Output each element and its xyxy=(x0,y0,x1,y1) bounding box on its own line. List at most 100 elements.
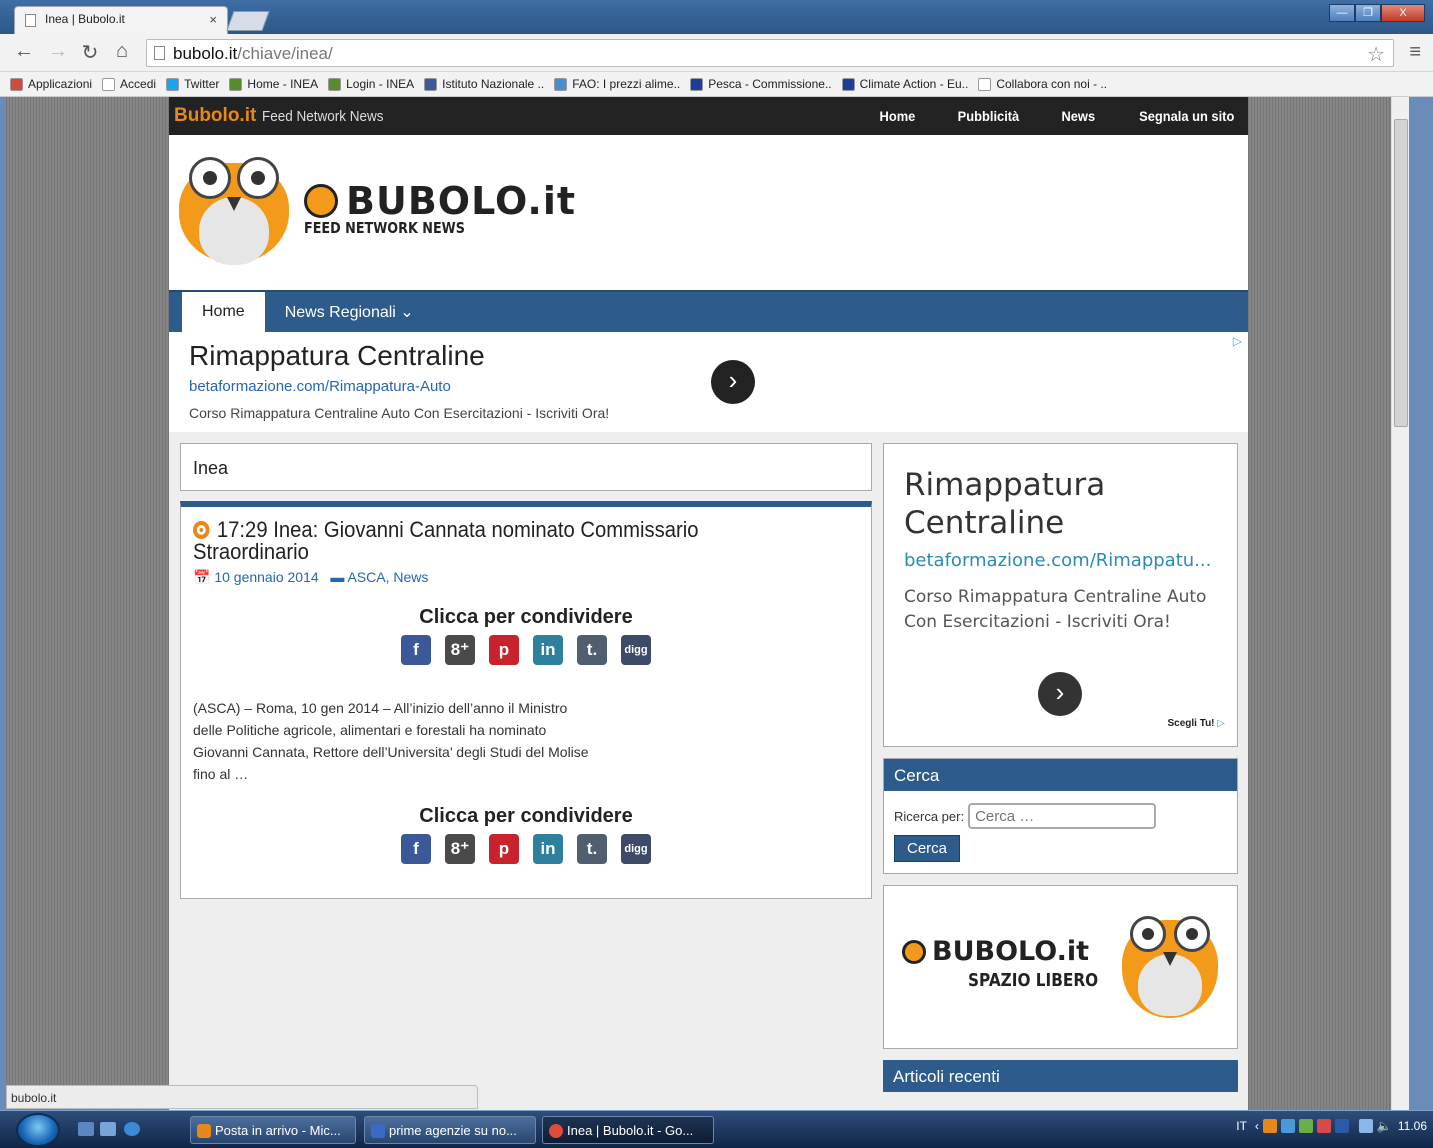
search-button[interactable]: Cerca xyxy=(894,835,961,862)
show-desktop-icon[interactable] xyxy=(78,1122,94,1136)
logo-sub-text: FEED NETWORK NEWS xyxy=(304,219,465,237)
adchoices-icon[interactable]: ▷ xyxy=(1233,334,1242,348)
bookmark-item[interactable]: Istituto Nazionale .. xyxy=(424,77,544,91)
top-link-segnala[interactable]: Segnala un sito xyxy=(1139,108,1234,124)
linkedin-share-icon[interactable]: in xyxy=(533,834,563,864)
status-bar: bubolo.it xyxy=(6,1085,478,1109)
owl-logo-icon[interactable] xyxy=(179,157,289,267)
new-tab-button[interactable] xyxy=(226,11,270,31)
bookmark-item[interactable]: Home - INEA xyxy=(229,77,318,91)
bookmark-item[interactable]: Climate Action - Eu.. xyxy=(841,77,968,91)
search-widget-title: Cerca xyxy=(884,759,1237,791)
windows-taskbar: Posta in arrivo - Mic... prime agenzie s… xyxy=(0,1110,1433,1148)
facebook-share-icon[interactable]: f xyxy=(401,635,431,665)
bookmark-item[interactable]: Applicazioni xyxy=(10,77,92,91)
tray-expand-icon[interactable]: ‹ xyxy=(1255,1119,1259,1133)
googleplus-share-icon[interactable]: 8⁺ xyxy=(445,635,475,665)
search-widget: Cerca Ricerca per: Cerca xyxy=(883,758,1238,874)
reload-icon[interactable]: ↻ xyxy=(78,40,102,65)
linkedin-share-icon[interactable]: in xyxy=(533,635,563,665)
tray-app-icon[interactable] xyxy=(1334,1119,1349,1133)
spazio-sub-text: SPAZIO LIBERO xyxy=(968,970,1099,991)
bookmarks-bar: Applicazioni Accedi Twitter Home - INEA Logi… xyxy=(0,72,1433,97)
ad-arrow-icon[interactable]: › xyxy=(711,360,755,404)
top-advertisement[interactable]: Rimappatura Centraline betaformazione.co… xyxy=(169,332,1248,432)
bookmark-star-icon[interactable]: ☆ xyxy=(1367,42,1385,67)
post-date[interactable]: 📅 10 gennaio 2014 xyxy=(193,569,319,585)
tab-title: Inea | Bubolo.it xyxy=(45,12,125,26)
task-word[interactable]: prime agenzie su no... xyxy=(364,1116,536,1144)
search-label: Ricerca per: xyxy=(894,808,965,824)
facebook-share-icon[interactable]: f xyxy=(401,834,431,864)
close-tab-icon[interactable]: × xyxy=(209,12,217,27)
back-icon[interactable]: ← xyxy=(12,40,36,63)
tray-app-icon[interactable] xyxy=(1280,1119,1295,1133)
task-outlook[interactable]: Posta in arrivo - Mic... xyxy=(190,1116,356,1144)
bookmark-item[interactable]: Accedi xyxy=(102,77,156,91)
page-scrollbar[interactable] xyxy=(1391,97,1409,1110)
home-icon[interactable]: ⌂ xyxy=(110,40,134,63)
forward-icon[interactable]: → xyxy=(46,40,70,63)
tray-app-icon[interactable] xyxy=(1262,1119,1277,1133)
internet-explorer-icon[interactable] xyxy=(124,1122,140,1136)
scrollbar-thumb[interactable] xyxy=(1394,119,1408,427)
bookmark-item[interactable]: Collabora con noi - .. xyxy=(978,77,1107,91)
top-link-home[interactable]: Home xyxy=(880,108,916,124)
browser-tab[interactable]: Inea | Bubolo.it × xyxy=(14,6,228,34)
digg-share-icon[interactable]: digg xyxy=(621,635,651,665)
bookmark-item[interactable]: Twitter xyxy=(166,77,219,91)
sidebar-ad-description: Corso Rimappatura Centraline Auto Con Es… xyxy=(904,587,1207,632)
address-bar[interactable]: bubolo.it/chiave/inea/ ☆ xyxy=(146,39,1394,67)
pinterest-share-icon[interactable]: p xyxy=(489,834,519,864)
top-link-pubblicita[interactable]: Pubblicità xyxy=(958,108,1020,124)
sidebar-ad-url[interactable]: betaformazione.com/Rimappatu... xyxy=(904,550,1217,571)
share-heading: Clicca per condividere xyxy=(419,805,633,827)
site-logo[interactable]: BUBOLO.it FEED NETWORK NEWS xyxy=(304,179,576,237)
bookmark-item[interactable]: FAO: I prezzi alime.. xyxy=(554,77,680,91)
bookmark-icon xyxy=(328,77,342,91)
tray-app-icon[interactable] xyxy=(1298,1119,1313,1133)
menu-icon[interactable]: ≡ xyxy=(1409,41,1421,64)
sidebar: Rimappatura Centraline betaformazione.co… xyxy=(883,443,1238,1092)
sidebar-advertisement[interactable]: Rimappatura Centraline betaformazione.co… xyxy=(883,443,1238,747)
minimize-button[interactable]: — xyxy=(1329,4,1355,22)
bookmark-item[interactable]: Login - INEA xyxy=(328,77,414,91)
spazio-libero-banner[interactable]: BUBOLO.it SPAZIO LIBERO xyxy=(883,885,1238,1049)
site-tagline: Feed Network News xyxy=(262,107,384,125)
close-window-button[interactable]: X xyxy=(1381,4,1425,22)
clock[interactable]: 11.06 xyxy=(1398,1119,1427,1133)
maximize-button[interactable]: ❐ xyxy=(1355,4,1381,22)
googleplus-share-icon[interactable]: 8⁺ xyxy=(445,834,475,864)
post-categories[interactable]: ▬ ASCA, News xyxy=(330,569,428,585)
window-controls: — ❐ X xyxy=(1329,4,1425,22)
task-chrome[interactable]: Inea | Bubolo.it - Go... xyxy=(542,1116,714,1144)
start-button[interactable] xyxy=(16,1113,60,1147)
sidebar-ad-arrow-icon[interactable]: › xyxy=(1038,672,1082,716)
tumblr-share-icon[interactable]: t. xyxy=(577,635,607,665)
switch-windows-icon[interactable] xyxy=(100,1122,116,1136)
post-title[interactable]: 17:29 Inea: Giovanni Cannata nominato Co… xyxy=(193,519,763,563)
url-host: bubolo.it xyxy=(173,44,238,63)
bookmark-icon xyxy=(554,77,568,91)
owl-logo-icon xyxy=(1122,914,1218,1018)
main-navigation: Home News Regionali ⌄ xyxy=(169,290,1248,332)
search-input[interactable] xyxy=(968,803,1157,829)
sidebar-ad-title[interactable]: Rimappatura Centraline xyxy=(904,466,1217,542)
post-bullet-icon xyxy=(193,521,210,539)
share-block-bottom: Clicca per condividere f 8⁺ p in t. digg xyxy=(193,805,859,864)
volume-icon[interactable]: 🔈 xyxy=(1377,1119,1392,1133)
nav-news-regionali[interactable]: News Regionali ⌄ xyxy=(265,292,434,332)
digg-share-icon[interactable]: digg xyxy=(621,834,651,864)
network-icon[interactable] xyxy=(1358,1119,1373,1133)
pinterest-share-icon[interactable]: p xyxy=(489,635,519,665)
tumblr-share-icon[interactable]: t. xyxy=(577,834,607,864)
rss-icon xyxy=(304,184,338,218)
language-indicator[interactable]: IT xyxy=(1236,1119,1247,1133)
bookmark-icon xyxy=(690,77,704,91)
tray-app-icon[interactable] xyxy=(1316,1119,1331,1133)
site-brand[interactable]: Bubolo.it xyxy=(174,105,256,127)
nav-home[interactable]: Home xyxy=(182,292,265,332)
top-link-news[interactable]: News xyxy=(1061,108,1095,124)
ad-choice-link[interactable]: Scegli Tu! ▷ xyxy=(1167,718,1225,729)
bookmark-item[interactable]: Pesca - Commissione.. xyxy=(690,77,832,91)
